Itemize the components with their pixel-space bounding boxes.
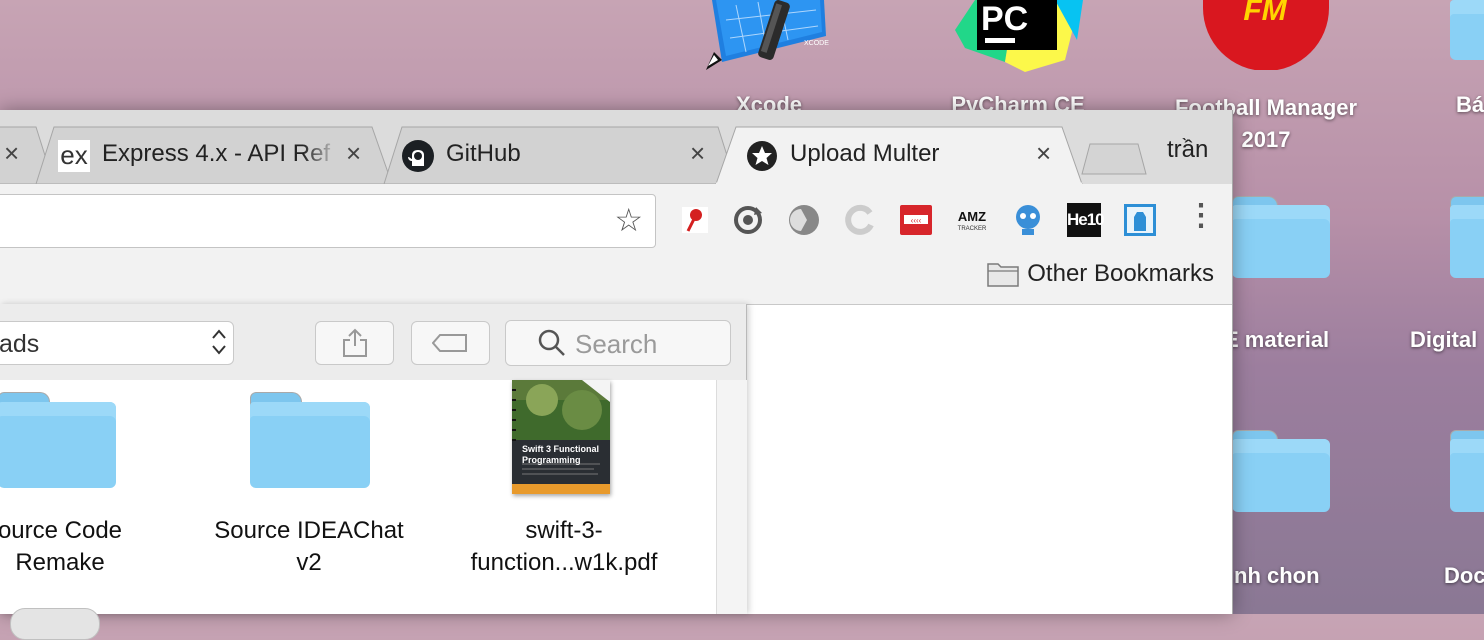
tab-close-button[interactable]: × <box>346 140 361 166</box>
amz-text: AMZ <box>957 209 987 224</box>
tab-title[interactable]: Express 4.x - API Ref <box>102 140 338 168</box>
location-label: ads <box>0 330 40 358</box>
scrollbar[interactable] <box>716 380 747 614</box>
file-picker-dialog: ads Search ource Code Remake Source IDEA… <box>0 304 747 640</box>
moon-extension-icon[interactable] <box>787 203 821 237</box>
other-bookmarks[interactable]: Other Bookmarks <box>987 260 1214 288</box>
file-item-label-line1: ource Code <box>0 517 123 544</box>
tag-icon <box>432 334 467 352</box>
chevron-updown-icon <box>212 329 226 355</box>
tag-button[interactable] <box>411 321 490 365</box>
book-title-line1: Swift 3 Functional <box>522 444 600 454</box>
file-item-label[interactable]: swift-3- function...w1k.pdf <box>448 515 680 579</box>
he10-text: He10 <box>1067 210 1105 229</box>
search-placeholder: Search <box>575 329 658 359</box>
folder-icon[interactable] <box>250 392 370 488</box>
bookmark-folder-icon <box>987 263 1020 287</box>
refresh-extension-icon[interactable] <box>843 203 877 237</box>
browser-menu-button[interactable]: ⋮ <box>1186 198 1216 233</box>
file-item-label-line2: function...w1k.pdf <box>470 549 658 576</box>
address-bar[interactable]: ☆ <box>0 194 656 248</box>
profile-name[interactable]: trần <box>1167 136 1208 164</box>
desktop-folder-digital-label: Digital <box>1410 327 1478 352</box>
amz-tracker-extension-icon[interactable]: AMZ TRACKER <box>955 203 989 237</box>
folder-icon[interactable] <box>1232 430 1330 512</box>
other-bookmarks-label: Other Bookmarks <box>1027 260 1214 287</box>
folder-icon[interactable] <box>0 392 116 488</box>
express-favicon: ex <box>58 140 90 172</box>
pin-extension-icon[interactable] <box>678 203 712 237</box>
star-icon <box>746 140 778 172</box>
github-icon <box>402 140 434 172</box>
fist-extension-icon[interactable] <box>1123 203 1157 237</box>
svg-text:PC: PC <box>981 0 1028 38</box>
desktop-item-ba-label: Bá <box>1456 92 1484 117</box>
sync-extension-icon[interactable] <box>731 203 765 237</box>
tab-close-button[interactable]: × <box>690 140 705 166</box>
search-field[interactable]: Search <box>505 320 731 366</box>
tab-strip: × ex Express 4.x - API Ref × GitHub × Up… <box>0 110 1232 185</box>
desktop-folder-nhchon-label: nh chon <box>1234 563 1320 588</box>
xcode-app-icon[interactable]: XCODE <box>706 0 832 70</box>
file-item-label-line1: Source IDEAChat <box>214 517 404 544</box>
search-icon <box>538 329 565 356</box>
amz-tracker-text: TRACKER <box>957 226 987 232</box>
book-title-line2: Programming <box>522 455 581 465</box>
share-button[interactable] <box>315 321 394 365</box>
tab-close-button[interactable]: × <box>4 140 19 166</box>
tab-title[interactable]: GitHub <box>446 140 521 168</box>
file-picker-toolbar: ads Search <box>0 304 746 381</box>
toggle-switch[interactable] <box>10 608 100 640</box>
tab-close-button[interactable]: × <box>1036 140 1051 166</box>
red-extension-icon[interactable]: ‹‹‹‹ <box>899 203 933 237</box>
desktop-folder-doc-label: Doc <box>1444 563 1484 588</box>
bookmark-star-icon[interactable]: ☆ <box>614 201 643 239</box>
file-item-label[interactable]: Source IDEAChat v2 <box>204 515 414 579</box>
location-popup[interactable]: ads <box>0 321 234 365</box>
book-cover-art <box>512 380 610 494</box>
share-icon <box>343 328 367 357</box>
pycharm-app-icon[interactable]: PC <box>955 0 1085 72</box>
svg-text:XCODE: XCODE <box>804 40 829 47</box>
file-item-label-line1: swift-3- <box>525 517 603 544</box>
new-tab-button[interactable] <box>1082 144 1146 174</box>
folder-icon[interactable] <box>1450 196 1484 278</box>
file-item-label[interactable]: ource Code Remake <box>0 515 130 579</box>
tab-title[interactable]: Upload Multer <box>790 140 939 168</box>
file-item-label-line2: v2 <box>296 549 322 576</box>
svg-text:‹‹‹‹: ‹‹‹‹ <box>911 216 922 225</box>
desktop-folder-material-label: E material <box>1224 327 1330 352</box>
robot-extension-icon[interactable] <box>1011 203 1045 237</box>
browser-toolbar: ☆ ‹‹‹‹ AMZ TRACKER He10 ⋮ Other Bookmark… <box>0 184 1232 305</box>
pdf-thumbnail[interactable]: Swift 3 Functional Programming <box>512 380 610 494</box>
he10-extension-icon[interactable]: He10 <box>1067 203 1105 237</box>
folder-icon[interactable] <box>1450 430 1484 512</box>
folder-icon[interactable] <box>1450 0 1484 60</box>
football-manager-app-icon[interactable]: FM <box>1203 0 1329 71</box>
svg-text:FM: FM <box>1243 0 1287 27</box>
folder-icon[interactable] <box>1232 196 1330 278</box>
file-item-label-line2: Remake <box>15 549 105 576</box>
